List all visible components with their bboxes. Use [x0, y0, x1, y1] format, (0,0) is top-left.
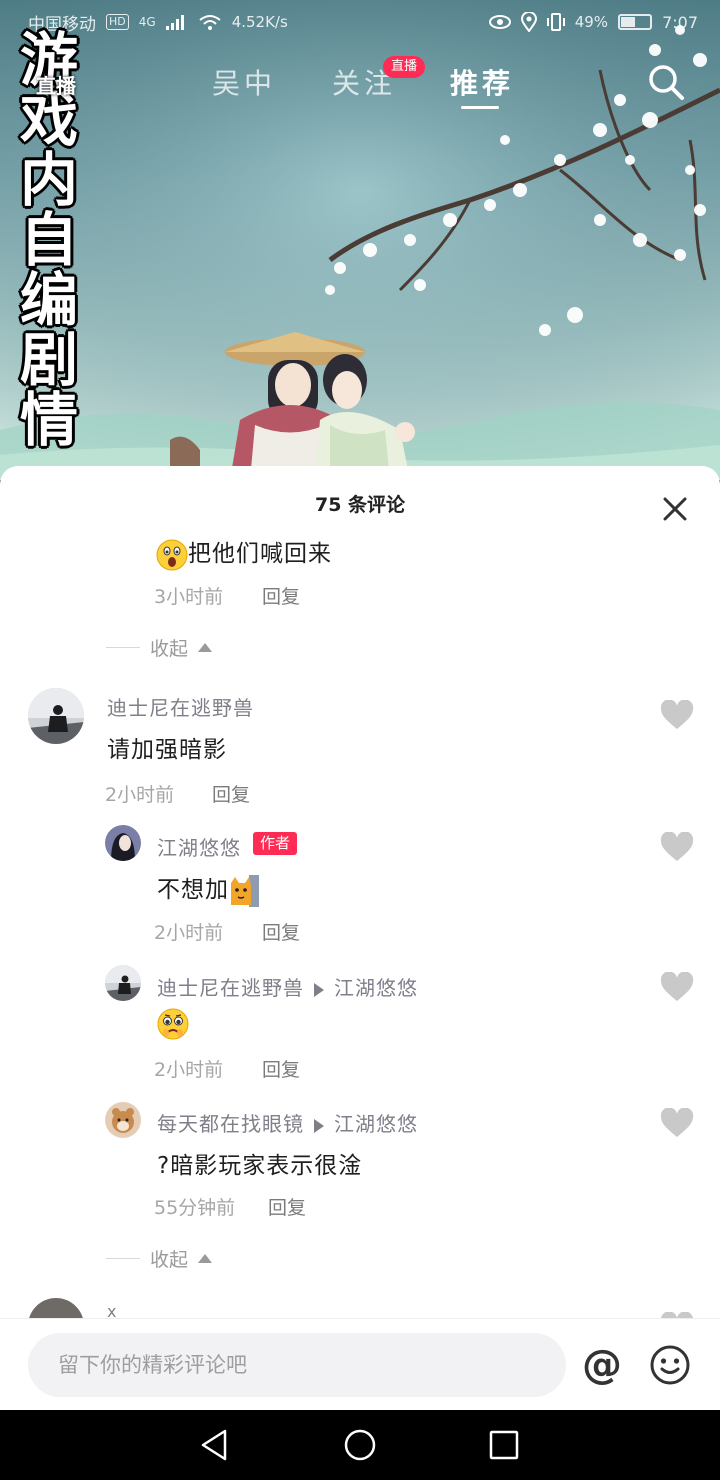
avatar[interactable]: [105, 825, 141, 861]
divider-line: [106, 1258, 140, 1259]
avatar[interactable]: [105, 965, 141, 1001]
reply-button[interactable]: 回复: [262, 1055, 300, 1082]
divider-line: [106, 647, 140, 648]
back-icon[interactable]: [197, 1427, 233, 1463]
pleading-emoji: [157, 1008, 189, 1040]
reply-text: 把他们喊回来: [156, 534, 332, 571]
overlay-title-char: 编: [19, 266, 78, 334]
collapse-replies-button[interactable]: 收起: [106, 1245, 213, 1272]
vibrate-icon: [546, 13, 565, 31]
collapse-label: 收起: [150, 638, 189, 660]
battery-icon: [618, 14, 653, 30]
home-icon[interactable]: [342, 1427, 378, 1463]
clock: 7:07: [662, 12, 698, 32]
avatar[interactable]: [28, 688, 84, 744]
wifi-icon: [199, 15, 221, 30]
reply-time: 2小时前: [154, 922, 224, 944]
reply-button[interactable]: 回复: [262, 918, 300, 945]
reply-time: 3小时前: [154, 586, 224, 608]
reply-username-line: 每天都在找眼镜 江湖悠悠: [157, 1108, 418, 1137]
active-tab-indicator: [461, 106, 499, 109]
overlay-title-char: 剧: [19, 326, 78, 394]
collapse-replies-button[interactable]: 收起: [106, 634, 213, 661]
cat-peek-emoji: [231, 874, 259, 907]
battery-percent: 49%: [574, 13, 609, 31]
reply-time: 2小时前: [154, 1059, 224, 1081]
comments-count-title: 75 条评论: [314, 494, 406, 516]
like-heart-icon[interactable]: [660, 1108, 694, 1138]
location-icon: [520, 12, 537, 32]
live-entry-button[interactable]: 直播: [36, 70, 76, 99]
comment-input-bar: @: [0, 1318, 720, 1410]
collapse-label: 收起: [150, 1249, 189, 1271]
status-bar: 中国移动 HD 4G 4.52K/s 49% 7:07: [0, 0, 720, 44]
caret-up-icon: [198, 643, 213, 652]
net-speed: 4.52K/s: [231, 13, 288, 31]
video-player[interactable]: 中国移动 HD 4G 4.52K/s 49% 7:07 游戏内自编剧情 直播 吴…: [0, 0, 720, 480]
surprised-emoji: [156, 539, 188, 570]
comment-time: 2小时前: [105, 784, 175, 806]
reply-button[interactable]: 回复: [262, 582, 300, 609]
reply-text: 不想加: [157, 870, 259, 907]
avatar-image: [28, 688, 84, 744]
hd-icon: HD: [106, 14, 129, 30]
like-heart-icon[interactable]: [660, 972, 694, 1002]
mention-button[interactable]: @: [580, 1343, 624, 1387]
reply-text-content: 不想加: [157, 877, 229, 903]
reply-button[interactable]: 回复: [268, 1193, 306, 1220]
network-label: 4G: [138, 15, 156, 29]
reply-to-arrow-icon: [314, 982, 324, 997]
emoji-picker-icon[interactable]: [648, 1343, 692, 1387]
tab-local[interactable]: 吴中: [212, 62, 276, 102]
reply-text: [157, 1008, 189, 1040]
overlay-title-char: 内: [19, 146, 78, 214]
reply-to-arrow-icon: [314, 1118, 324, 1133]
like-heart-icon[interactable]: [660, 700, 694, 730]
comment-username[interactable]: 迪士尼在逃野兽: [107, 692, 254, 721]
reply-text-content: 把他们喊回来: [188, 541, 332, 567]
comment-input[interactable]: [28, 1333, 566, 1397]
avatar-image: [105, 825, 141, 861]
reply-text: ?暗影玩家表示很淦: [157, 1153, 363, 1179]
reply-to-username[interactable]: 江湖悠悠: [334, 1112, 418, 1136]
search-icon[interactable]: [646, 62, 686, 102]
reply-username-line: 迪士尼在逃野兽 江湖悠悠: [157, 972, 418, 1001]
signal-icon: [165, 15, 184, 30]
reply-username[interactable]: 每天都在找眼镜: [157, 1112, 304, 1136]
eye-icon: [488, 15, 511, 29]
reply-button[interactable]: 回复: [212, 780, 250, 807]
reply-username[interactable]: 迪士尼在逃野兽: [157, 976, 304, 1000]
avatar[interactable]: [105, 1102, 141, 1138]
avatar-image: [105, 965, 141, 1001]
reply-time: 55分钟前: [154, 1197, 236, 1219]
overlay-title-char: 戏: [19, 86, 78, 154]
like-heart-icon[interactable]: [660, 832, 694, 862]
system-navigation-bar: [0, 1410, 720, 1480]
author-badge: 作者: [253, 832, 298, 855]
recent-apps-icon[interactable]: [486, 1427, 522, 1463]
comment-text: 请加强暗影: [107, 737, 227, 763]
comments-panel: 75 条评论 把他们喊回来 3小时前 回复 收起 迪士尼在逃野兽 请加强暗影 2…: [0, 466, 720, 1410]
avatar-image: [105, 1102, 141, 1138]
overlay-title-char: 自: [19, 206, 78, 274]
close-icon[interactable]: [660, 494, 690, 524]
overlay-title-char: 情: [19, 386, 78, 454]
reply-username[interactable]: 江湖悠悠: [157, 832, 241, 861]
caret-up-icon: [198, 1254, 213, 1263]
live-badge: 直播: [383, 56, 426, 78]
reply-to-username[interactable]: 江湖悠悠: [334, 976, 418, 1000]
tab-recommended[interactable]: 推荐: [450, 62, 514, 102]
